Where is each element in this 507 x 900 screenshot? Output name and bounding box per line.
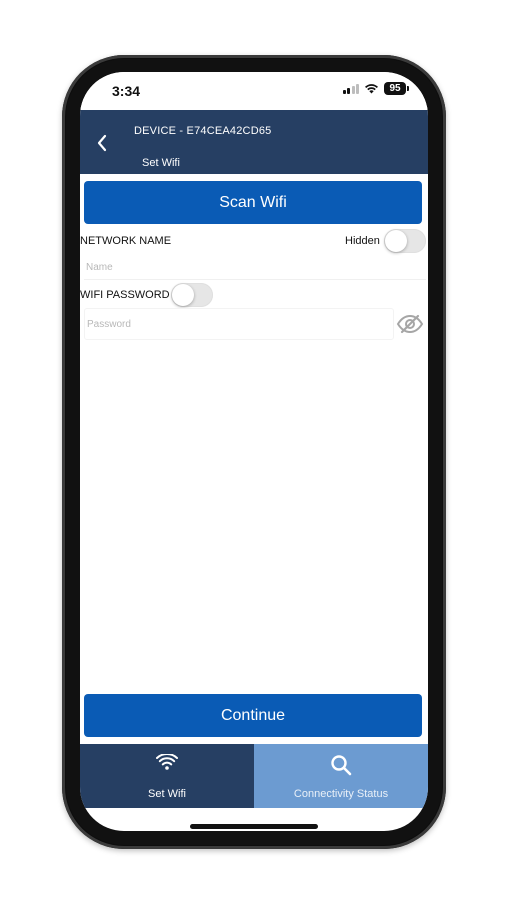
- hidden-label: Hidden: [345, 235, 380, 247]
- toggle-knob: [385, 230, 407, 252]
- nav-header: DEVICE - E74CEA42CD65 Set Wifi: [80, 110, 428, 174]
- eye-slash-icon[interactable]: [396, 314, 424, 334]
- back-button[interactable]: [90, 128, 114, 158]
- tab-connectivity-status[interactable]: Connectivity Status: [254, 744, 428, 808]
- toggle-knob: [172, 284, 194, 306]
- home-indicator: [190, 824, 318, 829]
- password-input[interactable]: [84, 308, 394, 340]
- cellular-signal-icon: [343, 83, 359, 94]
- search-icon: [330, 754, 352, 781]
- scan-wifi-button[interactable]: Scan Wifi: [84, 181, 422, 224]
- screen-subtitle: Set Wifi: [142, 157, 180, 169]
- status-time: 3:34: [112, 83, 141, 99]
- status-icons: 95: [343, 82, 409, 95]
- wifi-password-toggle[interactable]: [171, 283, 213, 307]
- status-bar: 3:34 95: [80, 72, 428, 110]
- tab-connectivity-status-label: Connectivity Status: [293, 788, 389, 800]
- continue-button[interactable]: Continue: [84, 694, 422, 737]
- tab-set-wifi[interactable]: Set Wifi: [80, 744, 254, 808]
- device-title: DEVICE - E74CEA42CD65: [134, 125, 272, 137]
- phone-screen: 3:34 95 DEVICE - E74CEA42CD65 Set Wifi S…: [80, 72, 428, 831]
- tab-set-wifi-label: Set Wifi: [148, 788, 186, 800]
- chevron-left-icon: [97, 134, 107, 152]
- wifi-icon: [364, 83, 379, 94]
- battery-icon: 95: [384, 82, 409, 95]
- network-name-input[interactable]: [84, 256, 426, 280]
- stage: 3:34 95 DEVICE - E74CEA42CD65 Set Wifi S…: [0, 0, 507, 900]
- tab-bar: Set Wifi Connectivity Status: [80, 744, 428, 808]
- wifi-icon: [156, 753, 178, 775]
- hidden-toggle[interactable]: [384, 229, 426, 253]
- network-name-label: NETWORK NAME: [80, 235, 172, 247]
- wifi-password-label: WIFI PASSWORD: [80, 289, 170, 301]
